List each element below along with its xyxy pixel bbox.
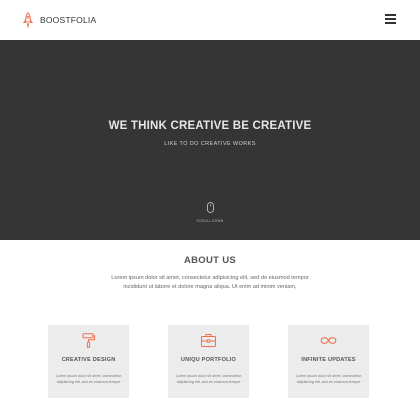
scroll-down-link[interactable]: SCROLL DOWN — [185, 202, 235, 223]
navbar: BOOSTFOLIA — [0, 0, 420, 40]
about-text: Lorem ipsum dolor sit amet, consectetur … — [111, 275, 309, 290]
feature-title: CREATIVE DESIGN — [61, 357, 116, 363]
mouse-icon — [206, 202, 214, 213]
rocket-icon — [22, 12, 34, 28]
feature-text: Lorem ipsum dolor sit amet, consectetur … — [55, 374, 122, 384]
hero-subtitle: LIKE TO DO CREATIVE WORKS — [164, 141, 256, 147]
hero-title: WE THINK CREATIVE BE CREATIVE — [108, 120, 312, 132]
about-title: ABOUT US — [183, 255, 236, 266]
feature-card-uniqu-portfolio: UNIQU PORTFOLIO Lorem ipsum dolor sit am… — [168, 325, 249, 398]
hero-section: WE THINK CREATIVE BE CREATIVE LIKE TO DO… — [0, 40, 420, 240]
hamburger-menu-icon[interactable] — [385, 14, 396, 24]
scroll-down-label: SCROLL DOWN — [196, 219, 224, 223]
feature-text: Lorem ipsum dolor sit amet, consectetur … — [295, 374, 362, 384]
feature-title: INFINITE UPDATES — [301, 357, 356, 363]
feature-title: UNIQU PORTFOLIO — [180, 357, 237, 363]
brand-link[interactable]: BOOSTFOLIA — [22, 11, 96, 29]
feature-card-infinite-updates: INFINITE UPDATES Lorem ipsum dolor sit a… — [288, 325, 369, 398]
infinity-icon — [320, 337, 337, 344]
feature-card-creative-design: CREATIVE DESIGN Lorem ipsum dolor sit am… — [48, 325, 129, 398]
paint-roller-icon — [82, 333, 96, 348]
briefcase-icon — [201, 334, 216, 347]
feature-text: Lorem ipsum dolor sit amet, consectetur … — [175, 374, 242, 384]
brand-name: BOOSTFOLIA — [40, 15, 97, 25]
